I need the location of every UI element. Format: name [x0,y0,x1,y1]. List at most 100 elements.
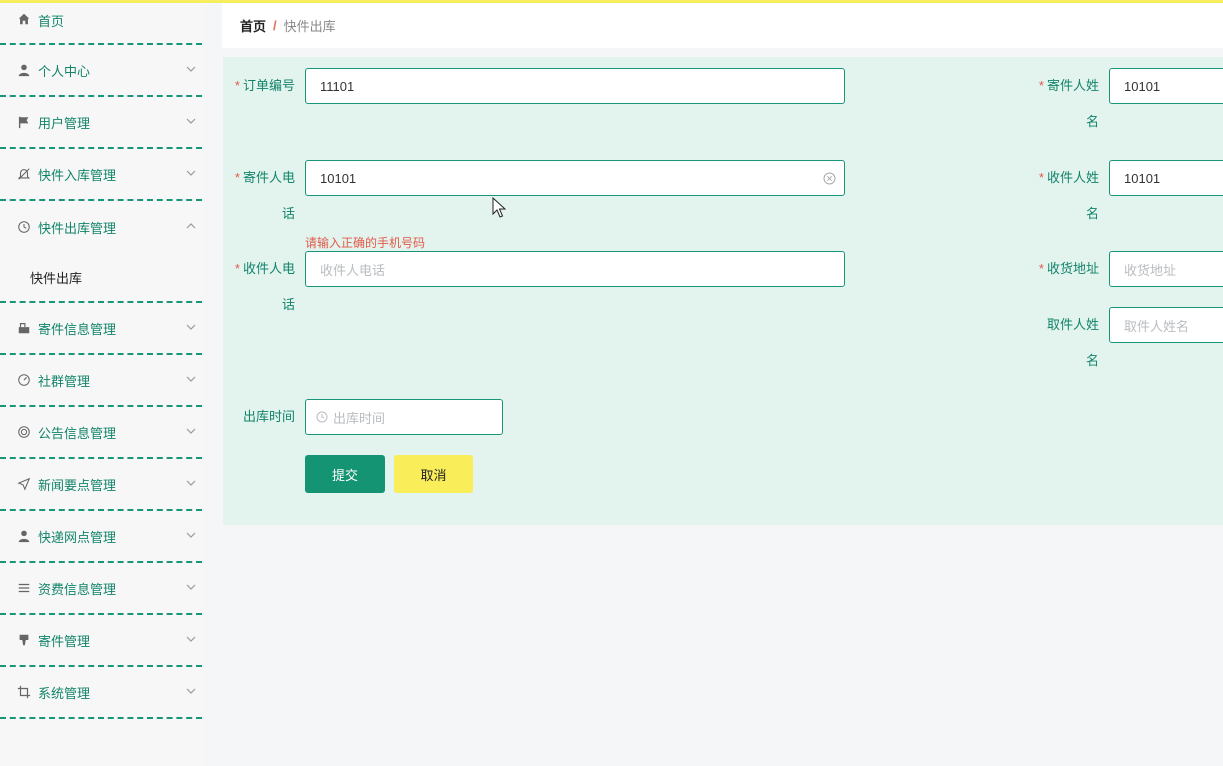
picker-name-label: 取件人姓 名 [1035,307,1099,379]
flag-icon [16,114,32,130]
chevron-down-icon [186,480,196,486]
chevron-up-icon [186,223,196,229]
required-mark: * [1038,78,1044,93]
sidebar-item-label: 系统管理 [38,685,91,701]
sidebar-item-label: 社群管理 [38,373,91,389]
crop-icon [16,684,32,700]
sidebar-item-label: 资费信息管理 [38,581,117,597]
home-icon [16,11,32,27]
target-icon [16,424,32,440]
sidebar-item-home[interactable]: 首页 [0,3,202,45]
picker-name-label-line1: 取件人姓 [1046,317,1099,332]
required-mark: * [1038,261,1044,276]
out-time-picker[interactable]: 出库时间 [305,399,503,435]
sidebar-item-label: 快件出库管理 [38,220,117,236]
bell-off-icon [16,166,32,182]
sidebar-item-label: 寄件信息管理 [38,321,117,337]
sidebar-item-label: 用户管理 [38,115,91,131]
required-mark: * [234,78,240,93]
gauge-icon [16,372,32,388]
sidebar-item-label: 快件入库管理 [38,167,117,183]
sidebar-item-news[interactable]: 新闻要点管理 [0,459,202,511]
chevron-down-icon [186,118,196,124]
breadcrumb: 首页 / 快件出库 [222,3,1223,48]
receiver-name-label: * 收件人姓 名 [1035,160,1099,232]
breadcrumb-separator: / [273,18,277,33]
receiver-name-input[interactable]: 10101 [1109,160,1223,196]
sidebar-item-notices[interactable]: 公告信息管理 [0,407,202,459]
sidebar-item-outbound[interactable]: 快件出库管理 [0,201,202,253]
chevron-down-icon [186,532,196,538]
list-icon [16,580,32,596]
box-icon [16,320,32,336]
sidebar: 首页 个人中心 用户管理 快件入库管理 快件出库管理 快件出库 寄件信息管理 社… [0,3,202,766]
sidebar-item-inbound[interactable]: 快件入库管理 [0,149,202,201]
clock-icon [316,411,328,423]
receiver-phone-input[interactable]: 收件人电话 [305,251,845,287]
required-mark: * [234,261,240,276]
sender-phone-value: 10101 [320,170,357,186]
order-no-label-text: 订单编号 [242,78,295,93]
chevron-down-icon [186,376,196,382]
chevron-down-icon [186,636,196,642]
receiver-name-label-line2: 名 [1085,206,1099,221]
breadcrumb-current: 快件出库 [283,19,336,34]
sidebar-item-label: 新闻要点管理 [38,477,117,493]
sender-phone-error: 请输入正确的手机号码 [305,236,426,250]
sender-phone-label-line2: 话 [281,206,295,221]
address-input[interactable]: 收货地址 [1109,251,1223,287]
sidebar-item-community[interactable]: 社群管理 [0,355,202,407]
sender-name-label-line2: 名 [1085,114,1099,129]
sidebar-item-shipping-info[interactable]: 寄件信息管理 [0,303,202,355]
chevron-down-icon [186,428,196,434]
receiver-phone-label-line2: 话 [281,297,295,312]
receiver-name-label-line1: 收件人姓 [1046,170,1099,185]
out-time-placeholder: 出库时间 [333,410,386,426]
brush-icon [16,632,32,648]
chevron-down-icon [186,584,196,590]
submit-button[interactable]: 提交 [305,455,385,493]
sidebar-item-label: 快递网点管理 [38,529,117,545]
clock-icon [16,219,32,235]
cancel-button[interactable]: 取消 [394,455,473,493]
receiver-phone-label-line1: 收件人电 [242,261,295,276]
sidebar-item-label: 寄件管理 [38,633,91,649]
picker-name-input[interactable]: 取件人姓名 [1109,307,1223,343]
mouse-cursor-icon [492,197,506,218]
sender-phone-input[interactable]: 10101 [305,160,845,196]
chevron-down-icon [186,324,196,330]
sender-phone-label-line1: 寄件人电 [242,170,295,185]
user-icon [16,528,32,544]
chevron-down-icon [186,688,196,694]
sidebar-item-profile[interactable]: 个人中心 [0,45,202,97]
sender-name-label-line1: 寄件人姓 [1046,78,1099,93]
outbound-form: * 订单编号 11101 * 寄件人姓 名 10101 * 寄件人电 话 10101 … [223,57,1223,525]
order-no-label: * 订单编号 [233,68,295,104]
chevron-down-icon [186,66,196,72]
sidebar-item-label: 公告信息管理 [38,425,117,441]
sender-name-input[interactable]: 10101 [1109,68,1223,104]
out-time-label: 出库时间 [242,409,295,424]
address-label: * 收货地址 [1035,251,1099,287]
send-icon [16,476,32,492]
sidebar-item-label: 首页 [38,14,65,29]
order-no-input[interactable]: 11101 [305,68,845,104]
sender-name-label: * 寄件人姓 名 [1035,68,1099,140]
sender-phone-label: * 寄件人电 话 [233,160,295,232]
sidebar-item-users[interactable]: 用户管理 [0,97,202,149]
required-mark: * [1038,170,1044,185]
address-label-text: 收货地址 [1046,261,1099,276]
sidebar-item-tariffs[interactable]: 资费信息管理 [0,563,202,615]
picker-name-label-line2: 名 [1085,353,1099,368]
sidebar-item-outlets[interactable]: 快递网点管理 [0,511,202,563]
required-mark: * [234,170,240,185]
chevron-down-icon [186,170,196,176]
sidebar-subitem-label: 快件出库 [30,270,83,286]
sidebar-item-sending[interactable]: 寄件管理 [0,615,202,667]
user-icon [16,62,32,78]
breadcrumb-home[interactable]: 首页 [240,16,266,35]
receiver-phone-label: * 收件人电 话 [233,251,295,323]
clear-icon[interactable] [823,172,836,185]
sidebar-subitem-outbound[interactable]: 快件出库 [0,253,202,303]
sidebar-item-system[interactable]: 系统管理 [0,667,202,719]
